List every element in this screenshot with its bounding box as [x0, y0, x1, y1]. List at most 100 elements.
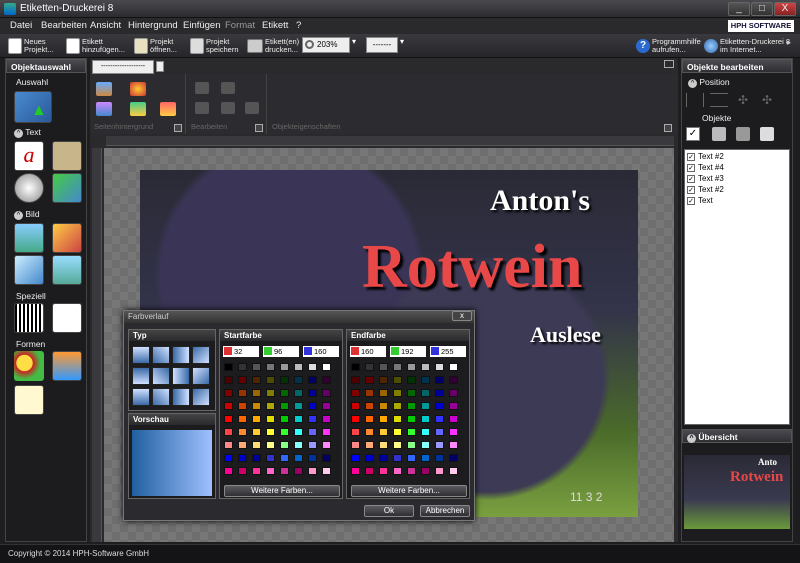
label-text-rotwein[interactable]: Rotwein — [362, 232, 582, 303]
color-swatch[interactable] — [435, 415, 444, 423]
color-swatch[interactable] — [379, 441, 388, 449]
color-swatch[interactable] — [421, 428, 430, 436]
color-swatch[interactable] — [421, 363, 430, 371]
object-list-item[interactable]: ✓ Text #3 — [687, 173, 787, 184]
color-swatch[interactable] — [252, 441, 261, 449]
color-swatch[interactable] — [322, 454, 331, 462]
color-swatch[interactable] — [407, 454, 416, 462]
color-swatch[interactable] — [365, 428, 374, 436]
color-swatch[interactable] — [238, 402, 247, 410]
color-swatch[interactable] — [224, 376, 233, 384]
color-swatch[interactable] — [294, 389, 303, 397]
menu-format[interactable]: Format — [225, 20, 255, 31]
end-g-input[interactable]: 192 — [390, 346, 426, 357]
color-swatch[interactable] — [421, 441, 430, 449]
color-swatch[interactable] — [266, 441, 275, 449]
color-swatch[interactable] — [252, 389, 261, 397]
object-checkbox[interactable]: ✓ — [687, 185, 695, 194]
color-swatch[interactable] — [308, 389, 317, 397]
color-swatch[interactable] — [421, 402, 430, 410]
color-swatch[interactable] — [294, 441, 303, 449]
text-tool-icon[interactable]: a — [14, 141, 44, 171]
color-swatch[interactable] — [449, 376, 458, 384]
new-tab-icon[interactable] — [156, 61, 164, 72]
color-swatch[interactable] — [252, 454, 261, 462]
position-collapse-icon[interactable]: ^ — [688, 79, 697, 88]
color-swatch[interactable] — [294, 402, 303, 410]
color-swatch[interactable] — [393, 376, 402, 384]
gradient-type-button[interactable] — [172, 346, 190, 364]
color-swatch[interactable] — [266, 376, 275, 384]
align-center-v-icon[interactable] — [710, 93, 728, 107]
checkbox-all-icon[interactable]: ✓ — [686, 127, 700, 141]
color-swatch[interactable] — [280, 363, 289, 371]
gradient-type-button[interactable] — [152, 367, 170, 385]
color-swatch[interactable] — [238, 376, 247, 384]
layer-icon[interactable] — [712, 127, 726, 141]
start-r-input[interactable]: 32 — [223, 346, 259, 357]
color-swatch[interactable] — [421, 376, 430, 384]
object-checkbox[interactable]: ✓ — [687, 174, 695, 183]
color-swatch[interactable] — [435, 389, 444, 397]
background-color-icon[interactable] — [130, 82, 146, 96]
zoom-select[interactable]: 203% — [302, 37, 350, 53]
group-launcher-icon[interactable] — [174, 124, 182, 132]
color-swatch[interactable] — [266, 363, 275, 371]
color-swatch[interactable] — [449, 415, 458, 423]
background-photo-icon[interactable] — [130, 102, 146, 116]
color-swatch[interactable] — [435, 363, 444, 371]
end-r-input[interactable]: 160 — [350, 346, 386, 357]
color-swatch[interactable] — [294, 363, 303, 371]
color-swatch[interactable] — [449, 441, 458, 449]
color-swatch[interactable] — [407, 389, 416, 397]
object-list-item[interactable]: ✓ Text — [687, 195, 787, 206]
start-more-colors-button[interactable]: Weitere Farben... — [224, 485, 340, 497]
color-swatch[interactable] — [280, 415, 289, 423]
color-swatch[interactable] — [379, 467, 388, 475]
color-swatch[interactable] — [266, 415, 275, 423]
align-center-h-icon[interactable] — [686, 93, 704, 107]
color-swatch[interactable] — [393, 389, 402, 397]
menu-hintergrund[interactable]: Hintergrund — [128, 20, 178, 31]
arrow-shape-icon[interactable] — [52, 351, 82, 381]
color-swatch[interactable] — [224, 415, 233, 423]
color-swatch[interactable] — [407, 363, 416, 371]
group-properties-launcher-icon[interactable] — [664, 124, 672, 132]
gradient-type-button[interactable] — [132, 367, 150, 385]
picture-frame-icon[interactable] — [52, 255, 82, 285]
expand-icon[interactable] — [664, 60, 674, 68]
color-swatch[interactable] — [266, 454, 275, 462]
dialog-close-button[interactable]: x — [452, 311, 472, 321]
color-swatch[interactable] — [238, 467, 247, 475]
table-shape-icon[interactable] — [14, 385, 44, 415]
color-swatch[interactable] — [322, 376, 331, 384]
color-swatch[interactable] — [238, 454, 247, 462]
label-text-auslese[interactable]: Auslese — [530, 322, 601, 348]
color-swatch[interactable] — [294, 467, 303, 475]
rotate-text-icon[interactable] — [14, 173, 44, 203]
color-swatch[interactable] — [393, 415, 402, 423]
start-b-input[interactable]: 160 — [303, 346, 339, 357]
object-list-item[interactable]: ✓ Text #2 — [687, 184, 787, 195]
line-style-dropdown-arrow[interactable]: ▾ — [400, 37, 404, 46]
menu-datei[interactable]: Datei — [10, 20, 32, 31]
overview-collapse-icon[interactable]: ^ — [687, 434, 696, 443]
color-swatch[interactable] — [266, 428, 275, 436]
color-swatch[interactable] — [308, 363, 317, 371]
color-swatch[interactable] — [266, 402, 275, 410]
label-text-number[interactable]: 11 3 2 — [570, 490, 602, 504]
color-swatch[interactable] — [379, 415, 388, 423]
color-swatch[interactable] — [224, 389, 233, 397]
color-swatch[interactable] — [322, 428, 331, 436]
color-swatch[interactable] — [294, 428, 303, 436]
cut-icon[interactable] — [195, 82, 209, 94]
shape-tool-icon[interactable] — [14, 351, 44, 381]
color-swatch[interactable] — [421, 454, 430, 462]
start-g-input[interactable]: 96 — [263, 346, 299, 357]
color-swatch[interactable] — [435, 376, 444, 384]
line-style-select[interactable]: ------- — [366, 37, 398, 53]
color-swatch[interactable] — [308, 454, 317, 462]
color-swatch[interactable] — [280, 428, 289, 436]
color-swatch[interactable] — [252, 467, 261, 475]
color-swatch[interactable] — [435, 467, 444, 475]
